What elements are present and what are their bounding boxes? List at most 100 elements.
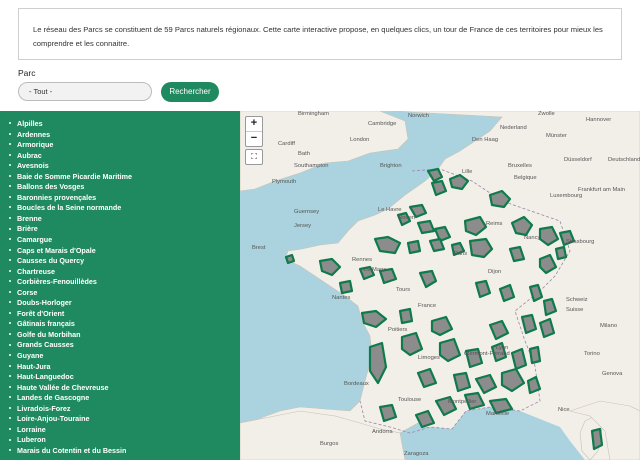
map-label: Cambridge: [368, 121, 397, 127]
bullet-icon: [9, 153, 11, 156]
park-list-item[interactable]: Gâtinais français: [9, 319, 240, 330]
map-label: Zwolle: [538, 111, 555, 117]
map-label: Nederland: [500, 125, 527, 131]
bullet-icon: [9, 206, 11, 209]
map-label: Marseille: [486, 411, 510, 417]
map-label: Rennes: [352, 257, 372, 263]
park-name: Corse: [17, 287, 38, 297]
park-name: Haut-Jura: [17, 361, 51, 371]
intro-text: Le réseau des Parcs se constituent de 59…: [33, 25, 603, 48]
park-list-item[interactable]: Forêt d'Orient: [9, 309, 240, 320]
park-list-item[interactable]: Brenne: [9, 214, 240, 225]
map-label: Lille: [462, 169, 473, 175]
map-label: Rouen: [398, 215, 416, 221]
park-name: Haute Vallée de Chevreuse: [17, 382, 109, 392]
park-name: Causses du Quercy: [17, 256, 85, 266]
park-list-item[interactable]: Luberon: [9, 435, 240, 446]
bullet-icon: [9, 311, 11, 314]
park-list-item[interactable]: Guyane: [9, 351, 240, 362]
park-list-item[interactable]: Lorraine: [9, 425, 240, 436]
park-list-item[interactable]: Camargue: [9, 235, 240, 246]
park-list-item[interactable]: Corbières-Fenouillèdes: [9, 277, 240, 288]
map-label: Andorra: [372, 429, 393, 435]
park-name: Corbières-Fenouillèdes: [17, 277, 97, 287]
bullet-icon: [9, 143, 11, 146]
bullet-icon: [9, 354, 11, 357]
map-label: Limoges: [418, 355, 440, 361]
park-list-item[interactable]: Livradois-Forez: [9, 404, 240, 415]
park-name: Doubs-Horloger: [17, 298, 72, 308]
park-list-item[interactable]: Brière: [9, 224, 240, 235]
park-name: Lorraine: [17, 424, 46, 434]
map-label: Jersey: [294, 223, 312, 229]
park-name: Armorique: [17, 140, 54, 150]
park-name: Gâtinais français: [17, 319, 75, 329]
park-list-item[interactable]: Grands Causses: [9, 340, 240, 351]
map-label: Southampton: [294, 163, 329, 169]
bullet-icon: [9, 406, 11, 409]
park-list: Alpilles Ardennes Armorique Aubrac Avesnois B…: [0, 111, 240, 457]
park-name: Ardennes: [17, 129, 51, 139]
park-list-item[interactable]: Loire-Anjou-Touraine: [9, 414, 240, 425]
park-list-item[interactable]: Ballons des Vosges: [9, 182, 240, 193]
park-list-item[interactable]: Corse: [9, 288, 240, 299]
map-label: Poitiers: [388, 327, 408, 333]
park-list-sidebar: Alpilles Ardennes Armorique Aubrac Avesnois B…: [0, 111, 240, 460]
bullet-icon: [9, 385, 11, 388]
park-list-item[interactable]: Haute Vallée de Chevreuse: [9, 383, 240, 394]
bullet-icon: [9, 375, 11, 378]
bullet-icon: [9, 364, 11, 367]
bullet-icon: [9, 122, 11, 125]
park-list-item[interactable]: Baronnies provençales: [9, 193, 240, 204]
bullet-icon: [9, 132, 11, 135]
park-list-item[interactable]: Avesnois: [9, 161, 240, 172]
bullet-icon: [9, 195, 11, 198]
map-label: Nancy: [524, 235, 541, 241]
park-list-item[interactable]: Armorique: [9, 140, 240, 151]
bullet-icon: [9, 238, 11, 241]
map-label: Torino: [584, 351, 600, 357]
park-name: Luberon: [17, 435, 46, 445]
park-name: Caps et Marais d'Opale: [17, 245, 96, 255]
map-label: Nantes: [332, 295, 351, 301]
map-label: Deutschland: [608, 157, 640, 163]
park-name: Boucles de la Seine normande: [17, 203, 122, 213]
parc-select[interactable]: - Tout -: [18, 82, 152, 101]
bullet-icon: [9, 449, 11, 452]
map-view[interactable]: + − ⛶ Birmingham Norwich Zwolle Hannover Cam…: [240, 111, 640, 460]
search-button[interactable]: Rechercher: [161, 82, 219, 102]
park-list-item[interactable]: Haut-Jura: [9, 362, 240, 373]
bullet-icon: [9, 248, 11, 251]
map-label: Le Havre: [378, 207, 402, 213]
bullet-icon: [9, 259, 11, 262]
map-label: Burgos: [320, 441, 339, 447]
park-list-item[interactable]: Doubs-Horloger: [9, 298, 240, 309]
zoom-control: + −: [245, 116, 263, 147]
zoom-out-button[interactable]: −: [246, 132, 262, 146]
park-list-item[interactable]: Haut-Languedoc: [9, 372, 240, 383]
park-list-item[interactable]: Causses du Quercy: [9, 256, 240, 267]
park-name: Golfe du Morbihan: [17, 329, 81, 339]
map-label: Montpellier: [448, 399, 477, 405]
park-list-item[interactable]: Alpilles: [9, 119, 240, 130]
bullet-icon: [9, 301, 11, 304]
park-list-item[interactable]: Chartreuse: [9, 267, 240, 278]
map-label: Frankfurt am Main: [578, 187, 626, 193]
park-list-item[interactable]: Caps et Marais d'Opale: [9, 246, 240, 257]
park-list-item[interactable]: Marais du Cotentin et du Bessin: [9, 446, 240, 457]
park-list-item[interactable]: Landes de Gascogne: [9, 393, 240, 404]
map-label: Toulouse: [398, 397, 422, 403]
park-name: Aubrac: [17, 150, 42, 160]
park-list-item[interactable]: Aubrac: [9, 151, 240, 162]
park-list-item[interactable]: Golfe du Morbihan: [9, 330, 240, 341]
park-list-item[interactable]: Ardennes: [9, 130, 240, 141]
map-label: Reims: [486, 221, 503, 227]
map-label: Norwich: [408, 113, 429, 119]
park-list-item[interactable]: Baie de Somme Picardie Maritime: [9, 172, 240, 183]
zoom-in-button[interactable]: +: [246, 117, 262, 132]
park-name: Haut-Languedoc: [17, 372, 74, 382]
fullscreen-icon[interactable]: ⛶: [245, 149, 263, 165]
bullet-icon: [9, 427, 11, 430]
map-label: Schweiz: [566, 297, 588, 303]
park-list-item[interactable]: Boucles de la Seine normande: [9, 203, 240, 214]
